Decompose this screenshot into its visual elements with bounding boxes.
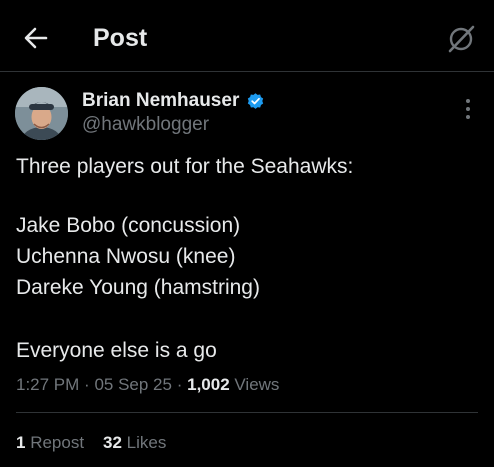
more-options-button[interactable]	[458, 96, 478, 122]
likes-label: Likes	[126, 433, 167, 452]
post-text-line: Jake Bobo (concussion)	[16, 214, 241, 237]
author-name[interactable]: Brian Nemhauser	[82, 89, 239, 113]
post-date[interactable]: 05 Sep 25	[94, 375, 172, 394]
post-text-line: Everyone else is a go	[16, 339, 217, 362]
reposts-count: 1	[16, 433, 26, 452]
post-metadata: 1:27 PM · 05 Sep 25 · 1,002 Views	[16, 373, 279, 397]
profile-photo-icon	[15, 87, 68, 140]
avatar[interactable]	[15, 87, 68, 140]
grok-icon	[448, 25, 475, 53]
more-vertical-icon	[466, 99, 470, 119]
engagement-stats: 1 Repost 32 Likes	[16, 431, 166, 455]
grok-button[interactable]	[444, 22, 478, 56]
post-text-line: Uchenna Nwosu (knee)	[16, 245, 236, 268]
top-bar: Post	[0, 0, 494, 72]
meta-separator: ·	[84, 375, 90, 394]
post-text-line: Three players out for the Seahawks:	[16, 155, 354, 178]
views-count: 1,002	[187, 375, 230, 394]
verified-badge	[246, 92, 265, 111]
back-button[interactable]	[20, 22, 52, 54]
post-time[interactable]: 1:27 PM	[16, 375, 79, 394]
reposts-stat[interactable]: 1 Repost	[16, 433, 84, 452]
likes-stat[interactable]: 32 Likes	[103, 433, 166, 452]
views-label: Views	[234, 375, 280, 394]
divider	[16, 412, 478, 413]
verified-check-icon	[247, 93, 264, 109]
likes-count: 32	[102, 433, 122, 452]
reposts-label: Repost	[30, 433, 85, 452]
meta-separator: ·	[176, 375, 183, 394]
arrow-left-icon	[24, 27, 48, 49]
post-text-line: Dareke Young (hamstring)	[16, 276, 260, 299]
author-handle[interactable]: @hawkblogger	[82, 113, 209, 137]
page-title: Post	[93, 24, 148, 52]
